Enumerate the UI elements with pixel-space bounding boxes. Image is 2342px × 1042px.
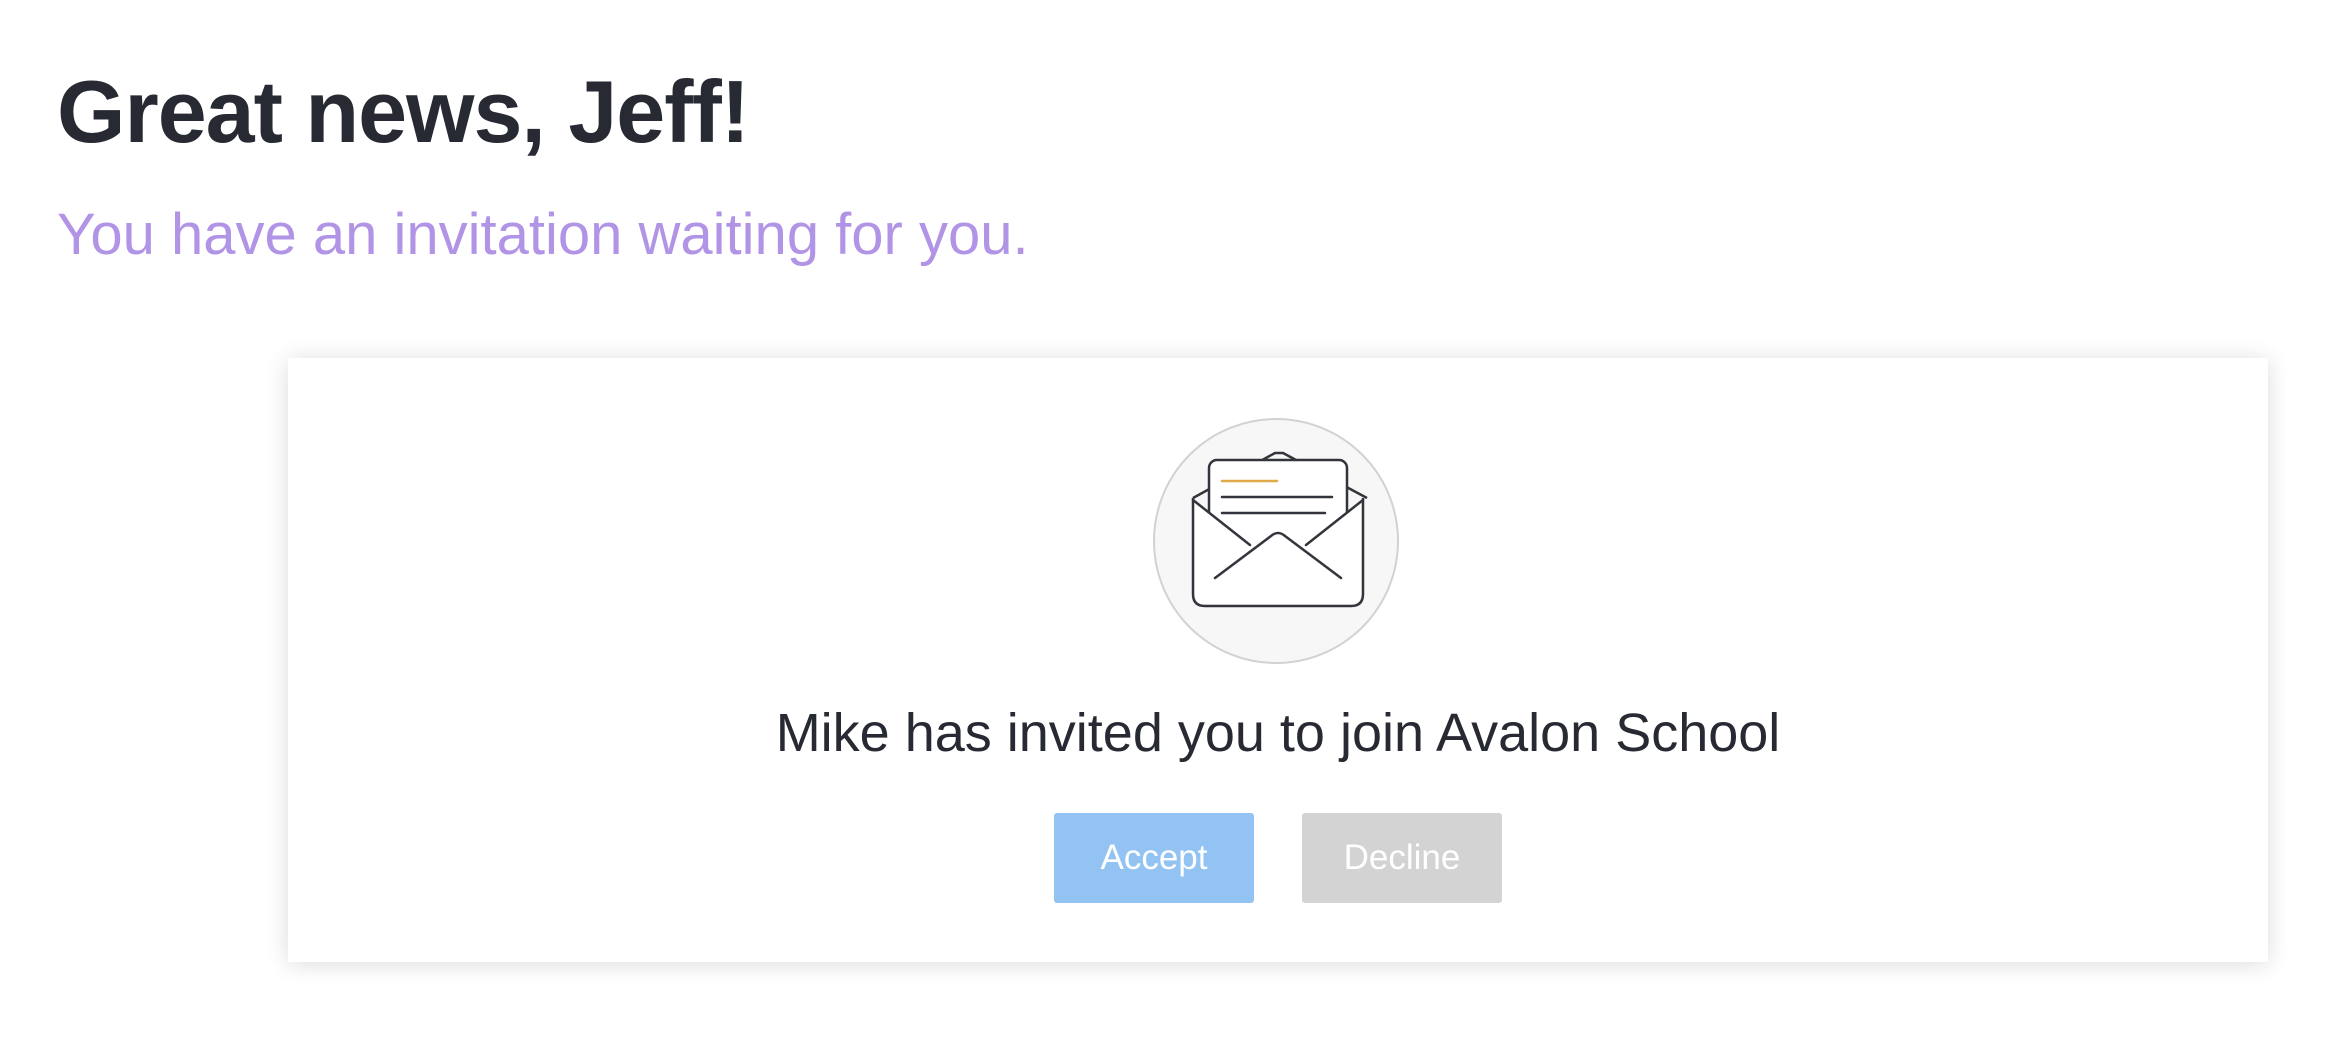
invitation-message: Mike has invited you to join Avalon Scho… (775, 703, 1781, 763)
open-envelope-icon (1191, 451, 1368, 608)
invitation-card: Mike has invited you to join Avalon Scho… (288, 358, 2268, 962)
accept-button[interactable]: Accept (1054, 813, 1254, 903)
page-subtitle: You have an invitation waiting for you. (57, 202, 1029, 267)
envelope-badge (1153, 418, 1399, 664)
decline-button[interactable]: Decline (1302, 813, 1502, 903)
page-title: Great news, Jeff! (57, 62, 750, 161)
